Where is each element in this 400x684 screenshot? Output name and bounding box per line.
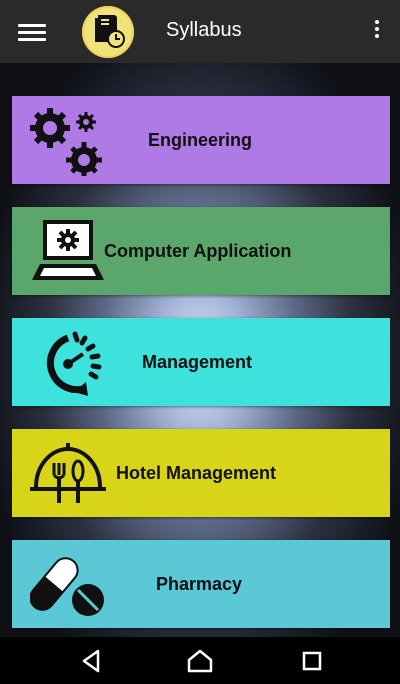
- course-card-hotel-management[interactable]: Hotel Management: [12, 429, 390, 517]
- hamburger-menu-icon[interactable]: [18, 20, 46, 44]
- course-label: Hotel Management: [116, 463, 277, 483]
- course-list: Engineering Computer Application Managem…: [0, 63, 400, 637]
- pills-icon: [29, 548, 110, 625]
- course-card-computer-application[interactable]: Computer Application: [12, 207, 390, 295]
- system-nav-bar: [0, 637, 400, 684]
- recents-icon[interactable]: [298, 647, 326, 675]
- gears-icon: [28, 104, 108, 181]
- course-label: Pharmacy: [156, 574, 243, 594]
- fork-knife-dome-icon: [30, 437, 108, 514]
- course-label: Management: [142, 352, 253, 372]
- home-icon[interactable]: [186, 647, 214, 675]
- page-title: Syllabus: [166, 19, 242, 41]
- course-label: Engineering: [148, 130, 253, 150]
- course-card-engineering[interactable]: Engineering: [12, 96, 390, 184]
- back-icon[interactable]: [78, 647, 106, 675]
- course-label: Computer Application: [104, 241, 292, 261]
- course-card-pharmacy[interactable]: Pharmacy: [12, 540, 390, 628]
- laptop-gear-icon: [30, 215, 108, 292]
- speedometer-icon: [28, 326, 106, 403]
- course-card-management[interactable]: Management: [12, 318, 390, 406]
- app-bar: Syllabus: [0, 0, 400, 63]
- overflow-menu-icon[interactable]: [372, 20, 382, 44]
- syllabus-logo-icon: [82, 6, 134, 58]
